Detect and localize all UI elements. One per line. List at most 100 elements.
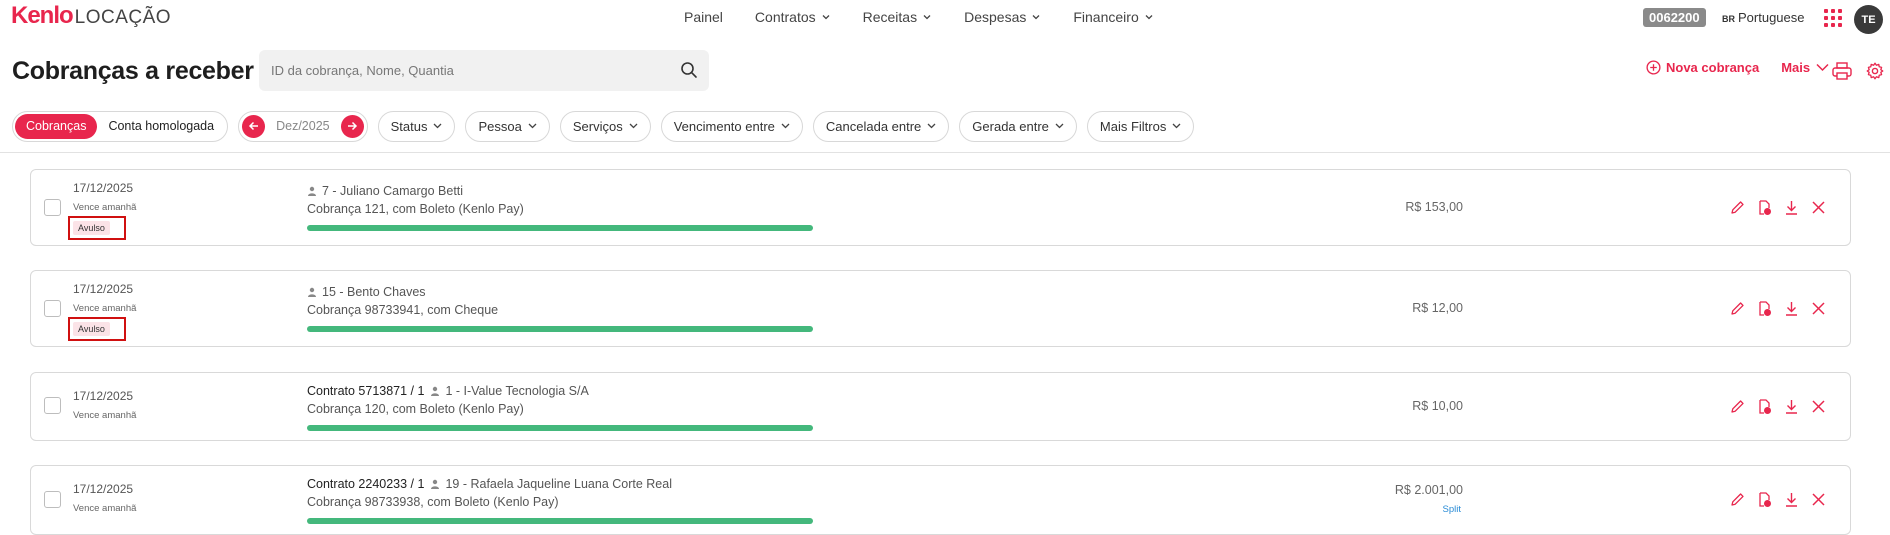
nav-contratos[interactable]: Contratos <box>755 9 831 25</box>
account-code-badge: 0062200 <box>1643 8 1706 27</box>
search-box <box>259 50 709 91</box>
download-icon[interactable] <box>1783 398 1800 415</box>
charge-date: 17/12/2025 <box>73 389 134 403</box>
row-checkbox[interactable] <box>44 300 61 317</box>
filter-status[interactable]: Status <box>377 110 456 142</box>
avulso-tag-highlight: Avulso <box>68 216 126 240</box>
filter-servicos[interactable]: Serviços <box>559 110 651 142</box>
row-checkbox[interactable] <box>44 199 61 216</box>
filter-gerada-entre[interactable]: Gerada entre <box>959 110 1077 142</box>
search-icon[interactable] <box>680 61 698 79</box>
charge-card[interactable]: 17/12/2025 Vence amanhã Contrato 2240233… <box>30 465 1851 535</box>
chevron-down-icon <box>927 123 936 129</box>
more-label: Mais <box>1781 60 1811 75</box>
document-money-icon[interactable] <box>1756 300 1773 317</box>
person-name: 15 - Bento Chaves <box>322 285 426 299</box>
previous-month-button[interactable] <box>242 114 266 138</box>
due-note: Vence amanhã <box>73 503 137 514</box>
due-note: Vence amanhã <box>73 202 137 213</box>
edit-pencil-icon[interactable] <box>1729 300 1746 317</box>
person-name: 7 - Juliano Camargo Betti <box>322 184 464 198</box>
close-icon[interactable] <box>1810 491 1827 508</box>
nav-financeiro[interactable]: Financeiro <box>1073 9 1153 25</box>
charge-card[interactable]: 17/12/2025 Vence amanhã Avulso 7 - Julia… <box>30 169 1851 246</box>
filter-label: Serviços <box>572 118 623 134</box>
tab-cobrancas[interactable]: Cobranças <box>15 113 98 139</box>
charge-description: Cobrança 120, com Boleto (Kenlo Pay) <box>307 402 524 416</box>
filter-vencimento-entre[interactable]: Vencimento entre <box>660 110 803 142</box>
view-toggle: Cobranças Conta homologada <box>12 110 229 142</box>
contract-id: Contrato 2240233 / 1 <box>307 477 425 491</box>
row-checkbox[interactable] <box>44 491 61 508</box>
document-money-icon[interactable] <box>1756 491 1773 508</box>
charge-date: 17/12/2025 <box>73 181 134 195</box>
charge-amount: R$ 10,00 <box>1412 399 1463 413</box>
chevron-down-icon <box>1055 123 1064 129</box>
avatar[interactable]: TE <box>1854 5 1883 34</box>
tab-conta-homologada[interactable]: Conta homologada <box>97 114 225 139</box>
filter-cancelada-entre[interactable]: Cancelada entre <box>812 110 950 142</box>
close-icon[interactable] <box>1810 300 1827 317</box>
header-divider <box>0 152 1890 153</box>
progress-bar <box>307 518 813 524</box>
charge-amount: R$ 2.001,00 <box>1394 483 1463 497</box>
month-selector: Dez/2025 <box>238 110 368 142</box>
language-selector[interactable]: BR Portuguese <box>1722 10 1805 25</box>
gear-icon[interactable] <box>1866 62 1884 80</box>
filter-mais-filtros[interactable]: Mais Filtros <box>1086 110 1195 142</box>
nav-painel[interactable]: Painel <box>684 9 723 25</box>
edit-pencil-icon[interactable] <box>1729 491 1746 508</box>
new-charge-button[interactable]: Nova cobrança <box>1646 60 1759 75</box>
search-input[interactable] <box>271 50 661 91</box>
row-checkbox[interactable] <box>44 397 61 414</box>
document-money-icon[interactable] <box>1756 199 1773 216</box>
download-icon[interactable] <box>1783 491 1800 508</box>
page-title: Cobranças a receber <box>12 57 254 85</box>
close-icon[interactable] <box>1810 199 1827 216</box>
more-menu-button[interactable]: Mais <box>1781 60 1829 75</box>
nav-label: Painel <box>684 9 723 25</box>
charge-person: 7 - Juliano Camargo Betti <box>307 184 463 198</box>
print-icon[interactable] <box>1832 62 1852 80</box>
nav-receitas[interactable]: Receitas <box>863 9 932 25</box>
close-icon[interactable] <box>1810 398 1827 415</box>
person-icon <box>431 386 440 396</box>
chevron-down-icon <box>781 123 790 129</box>
logo-product: LOCAÇÃO <box>74 7 172 28</box>
plus-circle-icon <box>1646 60 1661 75</box>
download-icon[interactable] <box>1783 199 1800 216</box>
filter-bar: Cobranças Conta homologada Dez/2025 Stat… <box>12 110 1195 142</box>
due-note: Vence amanhã <box>73 410 137 421</box>
logo-brand: Kenlo <box>11 2 74 29</box>
edit-pencil-icon[interactable] <box>1729 398 1746 415</box>
filter-label: Gerada entre <box>972 118 1049 134</box>
edit-pencil-icon[interactable] <box>1729 199 1746 216</box>
contract-id: Contrato 5713871 / 1 <box>307 384 425 398</box>
download-icon[interactable] <box>1783 300 1800 317</box>
nav-label: Receitas <box>862 9 918 25</box>
nav-despesas[interactable]: Despesas <box>964 9 1041 25</box>
language-label: Portuguese <box>1738 10 1805 25</box>
kenlo-logo[interactable]: Kenlo LOCAÇÃO <box>11 2 171 30</box>
charge-card[interactable]: 17/12/2025 Vence amanhã Contrato 5713871… <box>30 372 1851 441</box>
chevron-down-icon <box>434 123 442 129</box>
chevron-down-icon <box>822 15 830 20</box>
progress-bar <box>307 326 813 332</box>
chevron-down-icon <box>1816 63 1829 72</box>
person-name: 19 - Rafaela Jaqueline Luana Corte Real <box>445 477 672 491</box>
charge-date: 17/12/2025 <box>73 282 134 296</box>
charge-person: 15 - Bento Chaves <box>307 285 426 299</box>
filter-pessoa[interactable]: Pessoa <box>465 110 550 142</box>
next-month-button[interactable] <box>340 114 364 138</box>
chevron-down-icon <box>528 123 537 129</box>
apps-grid-icon[interactable] <box>1824 9 1842 27</box>
avulso-tag-highlight: Avulso <box>68 317 126 341</box>
document-money-icon[interactable] <box>1756 398 1773 415</box>
progress-bar <box>307 225 813 231</box>
person-icon <box>308 186 316 196</box>
header-actions: Nova cobrança Mais <box>1646 60 1829 75</box>
nav-label: Despesas <box>964 9 1027 25</box>
current-month: Dez/2025 <box>276 119 330 133</box>
chevron-down-icon <box>1032 15 1040 20</box>
charge-card[interactable]: 17/12/2025 Vence amanhã Avulso 15 - Bent… <box>30 270 1851 347</box>
